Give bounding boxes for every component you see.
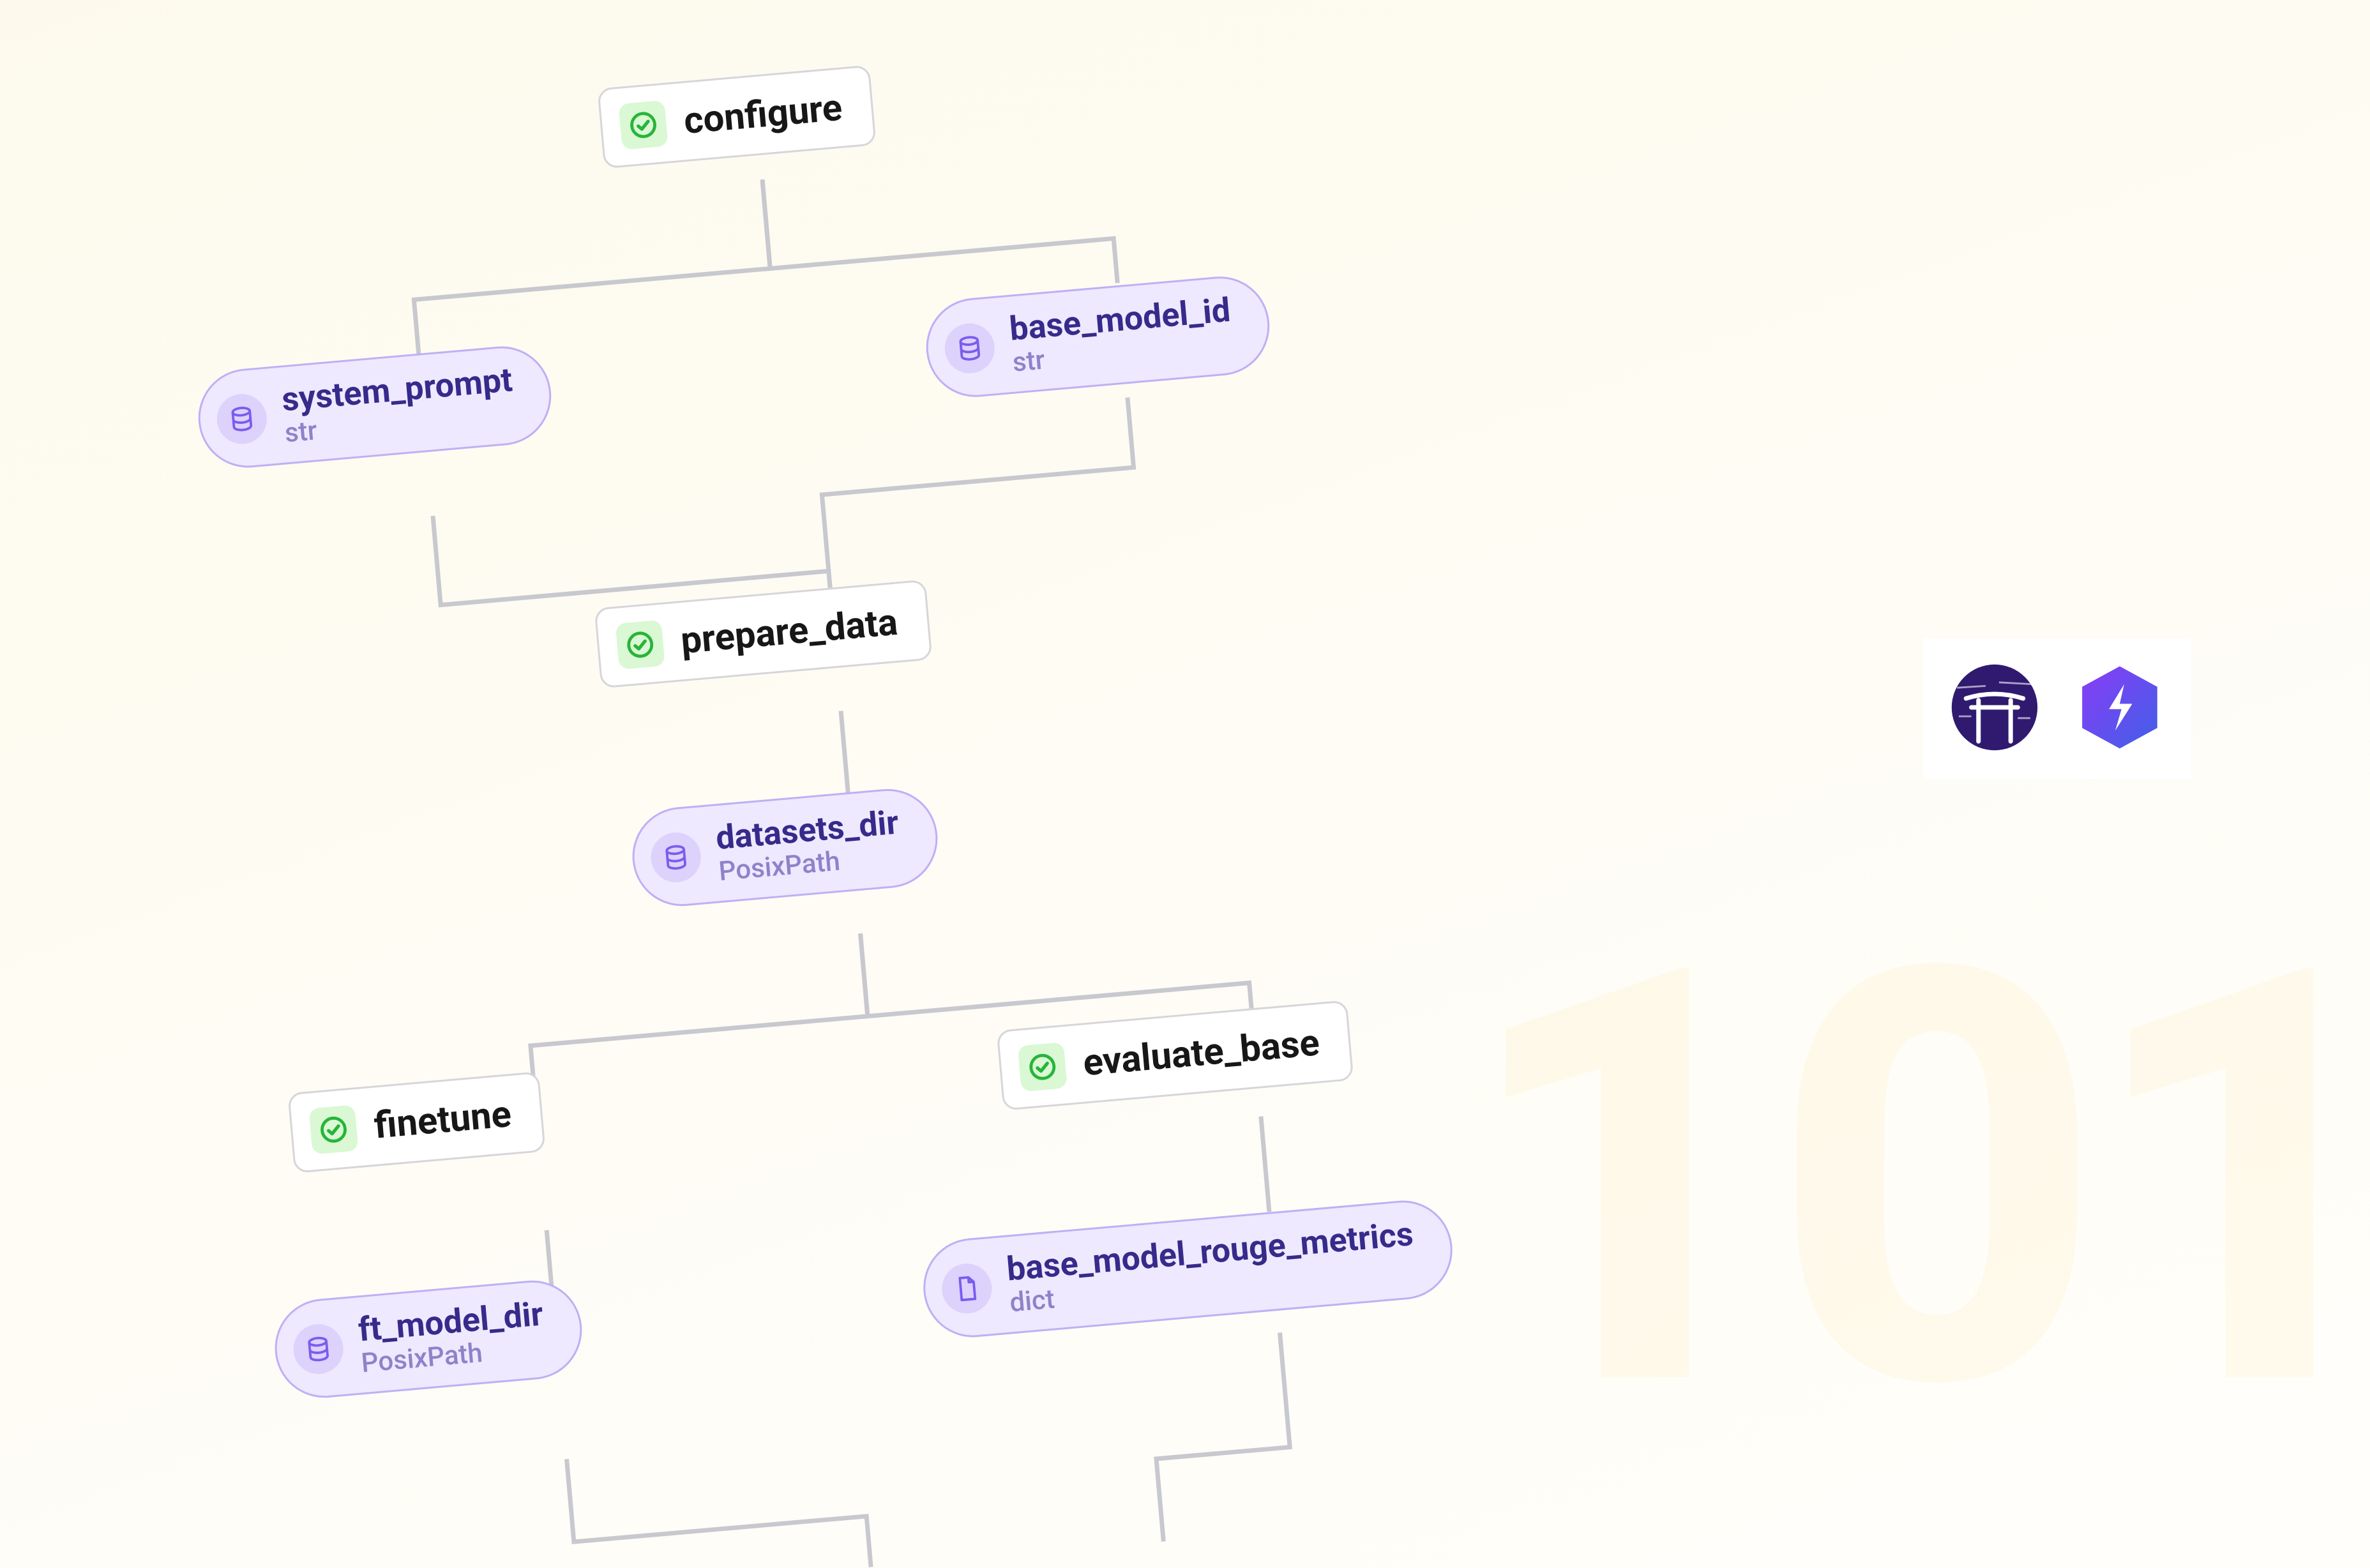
document-icon	[940, 1262, 994, 1316]
task-prepare-data[interactable]: prepare_data	[594, 580, 932, 689]
database-icon	[291, 1322, 345, 1376]
artifact-system-prompt[interactable]: system_prompt str	[194, 342, 555, 472]
database-icon	[943, 321, 997, 375]
check-circle-icon	[308, 1104, 358, 1154]
database-icon	[215, 392, 269, 446]
hex-lightning-icon	[2075, 663, 2164, 755]
logos-panel	[1923, 638, 2191, 779]
task-configure[interactable]: configure	[597, 65, 877, 169]
artifact-ft-model-dir[interactable]: ft_model_dir PosixPath	[271, 1276, 586, 1402]
watermark-text: 101	[1459, 894, 2370, 1468]
task-label: configure	[682, 86, 843, 143]
task-label: prepare_data	[679, 601, 900, 663]
task-label: evaluate_base	[1082, 1021, 1322, 1085]
check-circle-icon	[619, 100, 668, 150]
check-circle-icon	[1018, 1042, 1068, 1092]
task-finetune[interactable]: finetune	[287, 1071, 546, 1173]
artifact-datasets-dir[interactable]: datasets_dir PosixPath	[628, 785, 942, 910]
torii-gate-icon	[1950, 663, 2039, 755]
check-circle-icon	[615, 620, 665, 670]
diagram-canvas: 101 configur	[0, 0, 2370, 1568]
task-evaluate-base[interactable]: evaluate_base	[997, 1000, 1354, 1111]
artifact-base-model-rouge-metrics[interactable]: base_model_rouge_metrics dict	[919, 1196, 1456, 1341]
artifact-base-model-id[interactable]: base_model_id str	[922, 273, 1273, 402]
task-label: finetune	[372, 1092, 513, 1147]
database-icon	[649, 830, 703, 884]
